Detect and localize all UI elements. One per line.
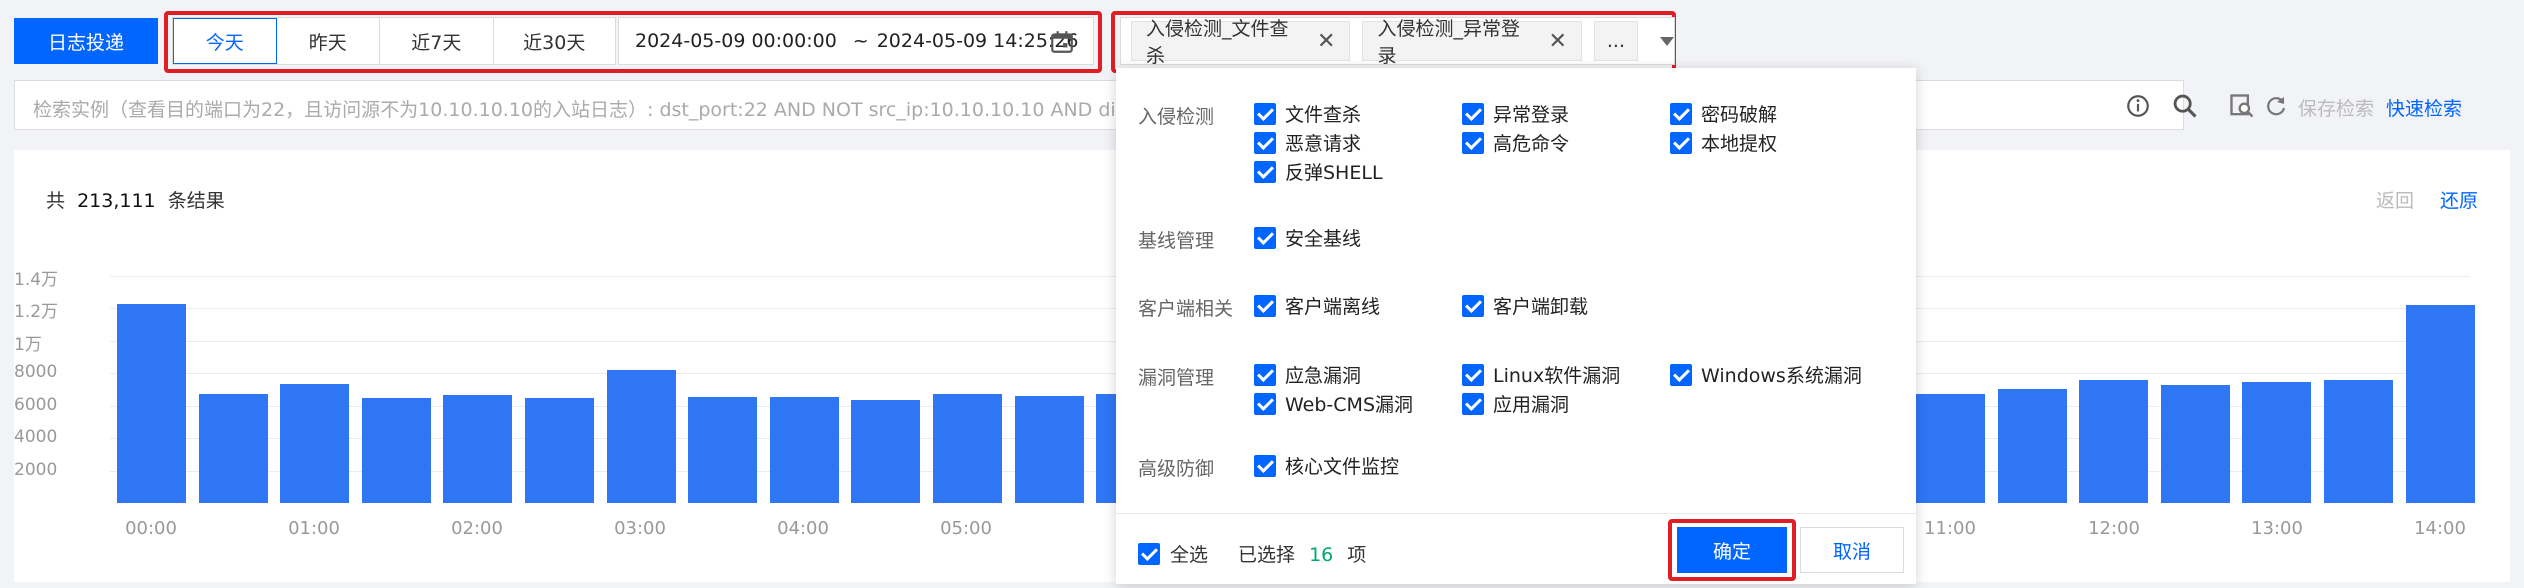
refresh-icon[interactable] [2264,94,2288,118]
option-checkbox[interactable]: Web-CMS漏洞 [1254,390,1413,417]
tab-last-30-days[interactable]: 近30天 [494,18,615,64]
option-checkbox[interactable]: 应急漏洞 [1254,361,1361,388]
filter-tag: 入侵检测_异常登录 ✕ [1362,18,1582,67]
option-checkbox[interactable]: Windows系统漏洞 [1670,361,1862,388]
selected-count-text: 已选择 16 项 [1238,540,1366,567]
option-checkbox[interactable]: 反弹SHELL [1254,158,1383,185]
option-checkbox[interactable]: 文件查杀 [1254,100,1361,127]
tab-today[interactable]: 今天 [173,18,277,64]
group-title: 基线管理 [1138,230,1215,252]
selected-suffix: 项 [1347,544,1367,566]
option-checkbox[interactable]: Linux软件漏洞 [1462,361,1620,388]
checkbox-checked-icon [1254,160,1276,183]
option-label: 本地提权 [1701,133,1778,155]
group-title: 漏洞管理 [1138,367,1215,389]
option-label: 恶意请求 [1285,133,1362,155]
result-prefix: 共 [46,190,66,212]
date-range-picker[interactable]: 2024-05-09 00:00:00 ~ 2024-05-09 14:25:2… [618,17,1094,65]
checkbox-checked-icon [1462,363,1484,386]
log-delivery-button[interactable]: 日志投递 [14,18,158,64]
cancel-button[interactable]: 取消 [1800,527,1904,573]
back-button[interactable]: 返回 [2376,186,2414,213]
tab-yesterday[interactable]: 昨天 [277,18,381,64]
selected-prefix: 已选择 [1238,544,1296,566]
option-checkbox[interactable]: 客户端卸载 [1462,292,1588,319]
option-label: 高危命令 [1493,133,1570,155]
checkbox-checked-icon [1462,392,1484,415]
option-checkbox[interactable]: 恶意请求 [1254,129,1361,156]
quick-search-button[interactable]: 快速检索 [2386,94,2462,121]
checkbox-checked-icon [1254,102,1276,125]
option-checkbox[interactable]: 核心文件监控 [1254,452,1399,479]
checkbox-checked-icon [1254,131,1276,154]
search-placeholder: 检索实例（查看目的端口为22，且访问源不为10.10.10.10的入站日志）: … [33,99,1133,121]
selected-count: 16 [1309,544,1334,566]
search-icon[interactable] [2171,92,2199,120]
checkbox-checked-icon [1670,131,1692,154]
checkbox-checked-icon [1670,363,1692,386]
option-checkbox[interactable]: 异常登录 [1462,100,1569,127]
checkbox-checked-icon [1462,294,1484,317]
group-title: 客户端相关 [1138,298,1234,320]
option-checkbox[interactable]: 应用漏洞 [1462,390,1569,417]
option-label: 客户端离线 [1285,296,1381,318]
checkbox-checked-icon [1138,542,1160,565]
confirm-button[interactable]: 确定 [1677,527,1787,573]
option-checkbox[interactable]: 客户端离线 [1254,292,1380,319]
filter-tag-label: 入侵检测_异常登录 [1377,18,1520,67]
option-label: Windows系统漏洞 [1701,365,1862,387]
more-tags-label: ... [1606,30,1625,52]
checkbox-checked-icon [1254,294,1276,317]
search-config-icon[interactable] [2228,92,2256,120]
filter-tag: 入侵检测_文件查杀 ✕ [1131,18,1351,67]
log-type-dropdown: 入侵检测 文件查杀 异常登录 密码破解恶意请求 高危命令 本地提权反弹SHELL 基线管理 安… [1116,68,1916,584]
close-icon[interactable]: ✕ [1548,29,1566,54]
result-count: 共 213,111 条结果 [46,186,225,213]
checkbox-checked-icon [1254,392,1276,415]
date-start: 2024-05-09 00:00:00 [635,30,837,52]
option-checkbox[interactable]: 本地提权 [1670,129,1777,156]
option-label: 客户端卸载 [1493,296,1589,318]
restore-button[interactable]: 还原 [2440,186,2478,213]
option-label: 应用漏洞 [1493,394,1570,416]
option-checkbox[interactable]: 高危命令 [1462,129,1569,156]
option-label: Web-CMS漏洞 [1285,394,1413,416]
filter-tag-label: 入侵检测_文件查杀 [1146,18,1289,67]
option-checkbox[interactable]: 安全基线 [1254,224,1361,251]
checkbox-checked-icon [1670,102,1692,125]
tab-last-7-days[interactable]: 近7天 [380,18,494,64]
checkbox-checked-icon [1254,226,1276,249]
option-label: 安全基线 [1285,228,1362,250]
result-suffix: 条结果 [167,190,225,212]
option-label: Linux软件漏洞 [1493,365,1621,387]
save-search-button[interactable]: 保存检索 [2298,94,2374,121]
option-label: 密码破解 [1701,104,1778,126]
option-label: 文件查杀 [1285,104,1362,126]
log-type-filter[interactable]: 入侵检测_文件查杀 ✕ 入侵检测_异常登录 ✕ ... [1120,17,1675,67]
checkbox-checked-icon [1254,363,1276,386]
group-title: 入侵检测 [1138,106,1215,128]
group-title: 高级防御 [1138,458,1215,480]
option-label: 异常登录 [1493,104,1570,126]
checkbox-checked-icon [1462,102,1484,125]
option-checkbox[interactable]: 密码破解 [1670,100,1777,127]
select-all-checkbox[interactable]: 全选 [1138,540,1208,567]
option-label: 反弹SHELL [1285,162,1383,184]
checkbox-checked-icon [1254,454,1276,477]
result-count-value: 213,111 [77,190,156,212]
dropdown-footer: 全选 已选择 16 项 确定 取消 [1116,513,1916,584]
select-all-label: 全选 [1170,544,1209,566]
chevron-down-icon[interactable] [1660,36,1674,46]
more-tags[interactable]: ... [1593,21,1638,61]
time-range-tabs: 今天 昨天 近7天 近30天 [172,17,616,65]
info-icon[interactable] [2125,93,2151,119]
calendar-icon[interactable] [1049,29,1075,55]
date-separator: ~ [852,30,869,52]
close-icon[interactable]: ✕ [1317,29,1335,54]
checkbox-checked-icon [1462,131,1484,154]
option-label: 核心文件监控 [1285,456,1400,478]
option-label: 应急漏洞 [1285,365,1362,387]
